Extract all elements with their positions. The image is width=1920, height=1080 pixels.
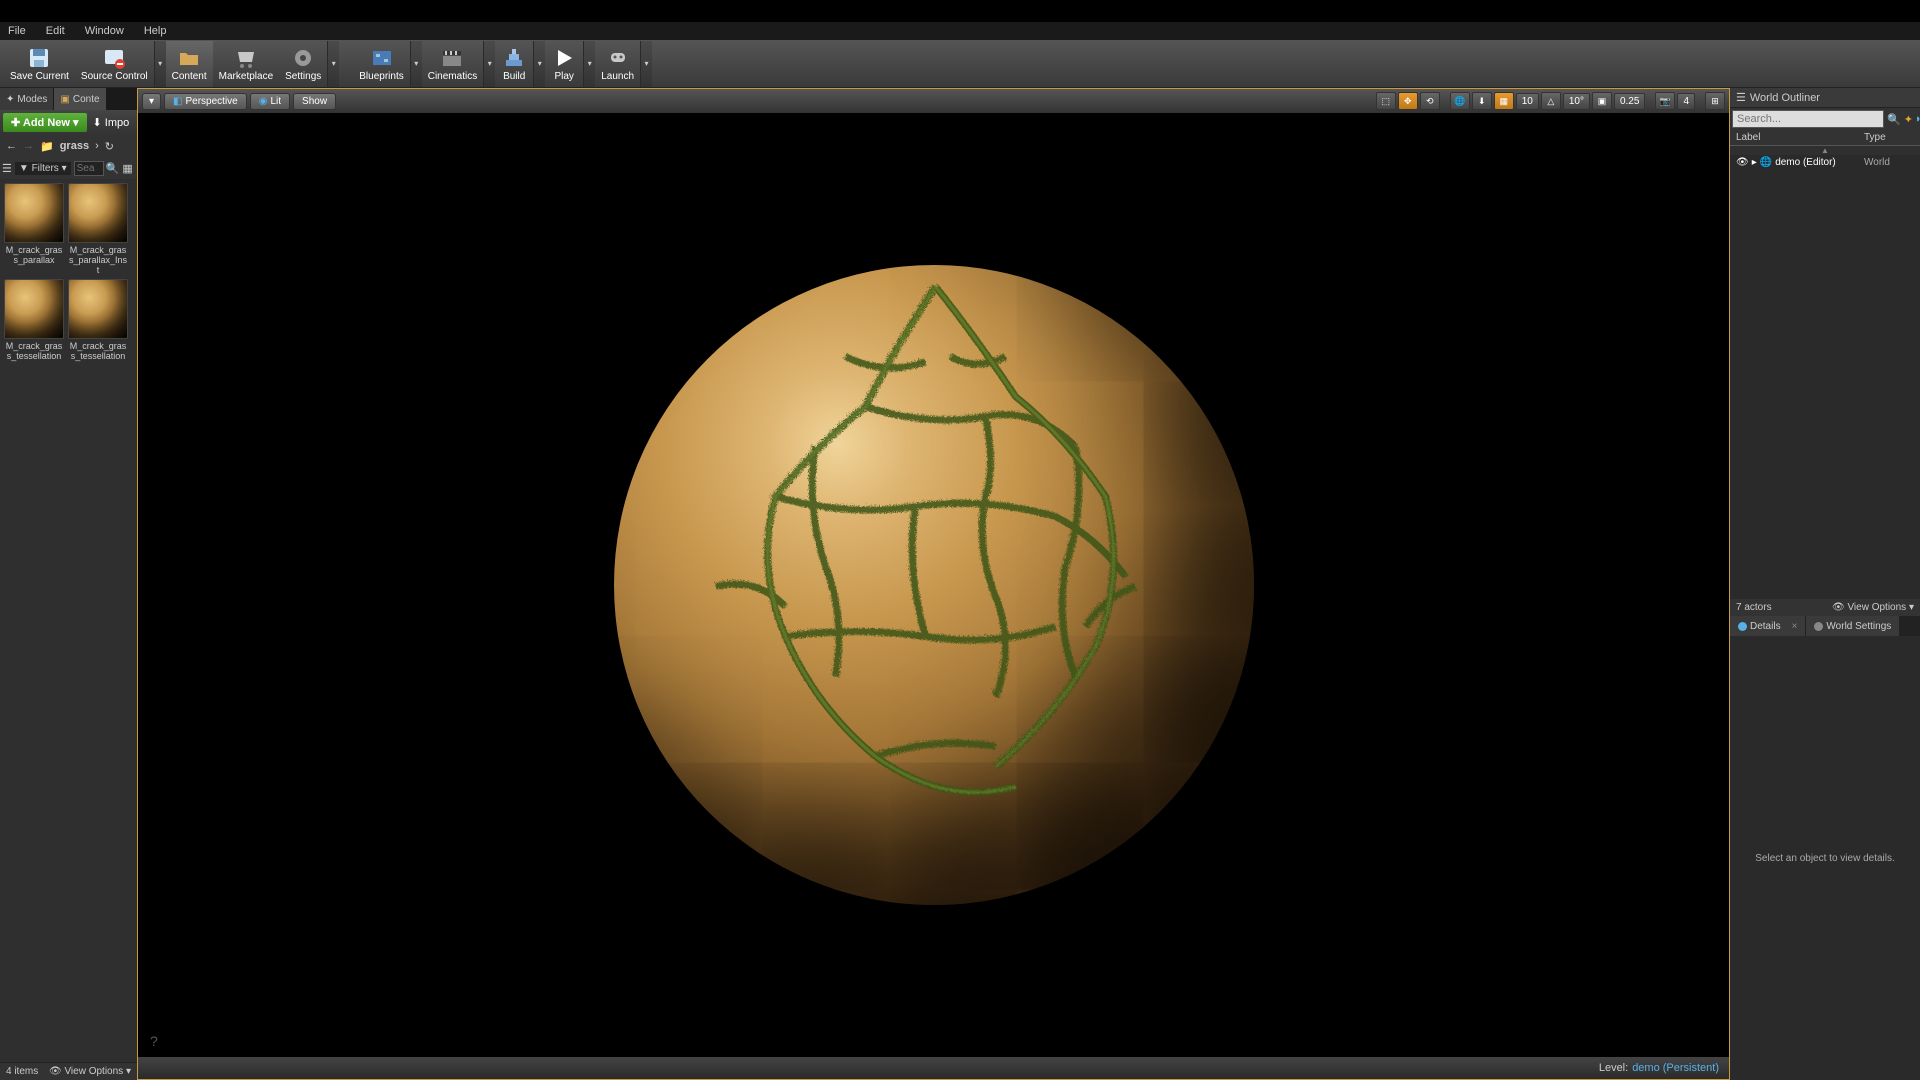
breadcrumb: ← → 📁 grass › ↻ xyxy=(0,135,137,157)
save-button[interactable]: Save Current xyxy=(4,41,75,87)
search-icon: 🔍 xyxy=(106,162,120,175)
camera-speed-value[interactable]: 4 xyxy=(1677,93,1695,110)
level-name[interactable]: demo (Persistent) xyxy=(1632,1062,1719,1074)
play-dropdown[interactable]: ▾ xyxy=(583,41,595,87)
source-control-button[interactable]: Source Control xyxy=(75,41,154,87)
viewport-3d[interactable]: ? xyxy=(138,113,1729,1057)
play-icon xyxy=(551,45,577,71)
marketplace-button[interactable]: Marketplace xyxy=(213,41,279,87)
tab-details[interactable]: Details× xyxy=(1730,616,1805,636)
nav-forward[interactable]: → xyxy=(23,140,34,152)
visibility-icon[interactable]: 👁 xyxy=(1736,157,1749,168)
right-panel: ☰World Outliner 🔍 ✦ ◗ Label Type ▲ 👁▸🌐de… xyxy=(1730,88,1920,1080)
menu-edit[interactable]: Edit xyxy=(46,25,65,37)
folder-icon xyxy=(176,45,202,71)
angle-snap-button[interactable]: △ xyxy=(1541,92,1561,110)
grid-snap-button[interactable]: ▦ xyxy=(1494,92,1514,110)
details-icon xyxy=(1738,622,1747,631)
asset-item[interactable]: M_crack_grass_parallax_Inst xyxy=(68,183,128,275)
outliner-col-type[interactable]: Type xyxy=(1864,132,1914,143)
perspective-button[interactable]: ◧Perspective xyxy=(164,93,247,110)
search-icon: 🔍 xyxy=(1887,113,1901,126)
grid-snap-value[interactable]: 10 xyxy=(1516,93,1539,110)
blueprints-icon xyxy=(369,45,395,71)
save-filter-icon[interactable]: ▦ xyxy=(122,162,132,175)
actor-count: 7 actors xyxy=(1736,602,1772,613)
build-icon xyxy=(501,45,527,71)
world-outliner-tab[interactable]: ☰World Outliner xyxy=(1730,88,1920,108)
asset-item[interactable]: M_crack_grass_tessellation xyxy=(4,279,64,361)
settings-button[interactable]: Settings xyxy=(279,41,327,87)
maximize-viewport-button[interactable]: ⊞ xyxy=(1705,92,1725,110)
scale-snap-button[interactable]: ▣ xyxy=(1592,92,1612,110)
outliner-search-input[interactable] xyxy=(1732,110,1884,128)
outliner-item[interactable]: 👁▸🌐demo (Editor) World xyxy=(1730,155,1920,170)
menu-bar: File Edit Window Help xyxy=(0,22,1920,40)
gear-icon xyxy=(290,45,316,71)
cart-icon xyxy=(233,45,259,71)
blueprints-button[interactable]: Blueprints xyxy=(353,41,409,87)
path-folder[interactable]: grass xyxy=(60,140,89,152)
material-preview-sphere xyxy=(614,265,1254,905)
build-dropdown[interactable]: ▾ xyxy=(533,41,545,87)
scale-snap-value[interactable]: 0.25 xyxy=(1614,93,1645,110)
content-button[interactable]: Content xyxy=(166,41,213,87)
asset-item[interactable]: M_crack_grass_parallax xyxy=(4,183,64,275)
tag-icon[interactable]: ◗ xyxy=(1915,113,1920,125)
path-recent[interactable]: ↻ xyxy=(105,140,114,153)
camera-speed-button[interactable]: 📷 xyxy=(1655,92,1675,110)
floppy-icon xyxy=(26,45,52,71)
asset-item[interactable]: M_crack_grass_tessellation xyxy=(68,279,128,361)
blueprints-dropdown[interactable]: ▾ xyxy=(410,41,422,87)
translate-mode-button[interactable]: ✥ xyxy=(1398,92,1418,110)
tab-content[interactable]: ▣Conte xyxy=(54,88,105,110)
menu-window[interactable]: Window xyxy=(85,25,124,37)
coord-space-button[interactable]: 🌐 xyxy=(1450,92,1470,110)
import-button[interactable]: ⬇ Impo xyxy=(93,116,130,129)
source-control-dropdown[interactable]: ▾ xyxy=(154,41,166,87)
tab-world-settings[interactable]: World Settings xyxy=(1806,616,1899,636)
world-icon: 🌐 xyxy=(1760,157,1772,168)
launch-dropdown[interactable]: ▾ xyxy=(640,41,652,87)
rotate-mode-button[interactable]: ⟲ xyxy=(1420,92,1440,110)
content-browser: ✦Modes ▣Conte ✚ Add New ▾ ⬇ Impo ← → 📁 g… xyxy=(0,88,137,1080)
folder-icon: 📁 xyxy=(40,140,54,153)
viewport: ▾ ◧Perspective ◉Lit Show ⬚ ✥ ⟲ 🌐 ⬇ ▦ 10 … xyxy=(137,88,1730,1080)
add-new-button[interactable]: ✚ Add New ▾ xyxy=(3,113,87,132)
cinematics-dropdown[interactable]: ▾ xyxy=(483,41,495,87)
asset-count: 4 items xyxy=(6,1066,38,1077)
help-icon[interactable]: ? xyxy=(150,1033,158,1049)
nav-back[interactable]: ← xyxy=(6,140,17,152)
cinematics-button[interactable]: Cinematics xyxy=(422,41,483,87)
outliner-col-label[interactable]: Label xyxy=(1736,132,1864,143)
lit-button[interactable]: ◉Lit xyxy=(250,93,290,110)
chevron-right-icon: › xyxy=(95,140,99,152)
viewport-menu[interactable]: ▾ xyxy=(142,93,161,110)
clapper-icon xyxy=(439,45,465,71)
select-mode-button[interactable]: ⬚ xyxy=(1376,92,1396,110)
level-label: Level: xyxy=(1599,1062,1628,1074)
build-button[interactable]: Build xyxy=(495,41,533,87)
angle-snap-value[interactable]: 10° xyxy=(1563,93,1590,110)
filter-icon[interactable]: ✦ xyxy=(1904,113,1913,126)
details-panel: Select an object to view details. xyxy=(1730,636,1920,1080)
menu-help[interactable]: Help xyxy=(144,25,167,37)
filters-button[interactable]: ▼ Filters ▾ xyxy=(15,162,71,175)
tab-modes[interactable]: ✦Modes xyxy=(0,88,53,110)
view-options-button[interactable]: 👁 View Options ▾ xyxy=(49,1066,131,1077)
main-toolbar: Save Current Source Control ▾ Content Ma… xyxy=(0,40,1920,88)
play-button[interactable]: Play xyxy=(545,41,583,87)
menu-file[interactable]: File xyxy=(8,25,26,37)
surface-snap-button[interactable]: ⬇ xyxy=(1472,92,1492,110)
launch-button[interactable]: Launch xyxy=(595,41,640,87)
globe-icon xyxy=(1814,622,1823,631)
view-options-button[interactable]: 👁 View Options ▾ xyxy=(1832,602,1914,613)
source-control-icon xyxy=(101,45,127,71)
show-button[interactable]: Show xyxy=(293,93,336,110)
launch-icon xyxy=(605,45,631,71)
asset-search-input[interactable] xyxy=(74,161,104,176)
view-type-icon[interactable]: ☰ xyxy=(2,162,12,175)
settings-dropdown[interactable]: ▾ xyxy=(327,41,339,87)
